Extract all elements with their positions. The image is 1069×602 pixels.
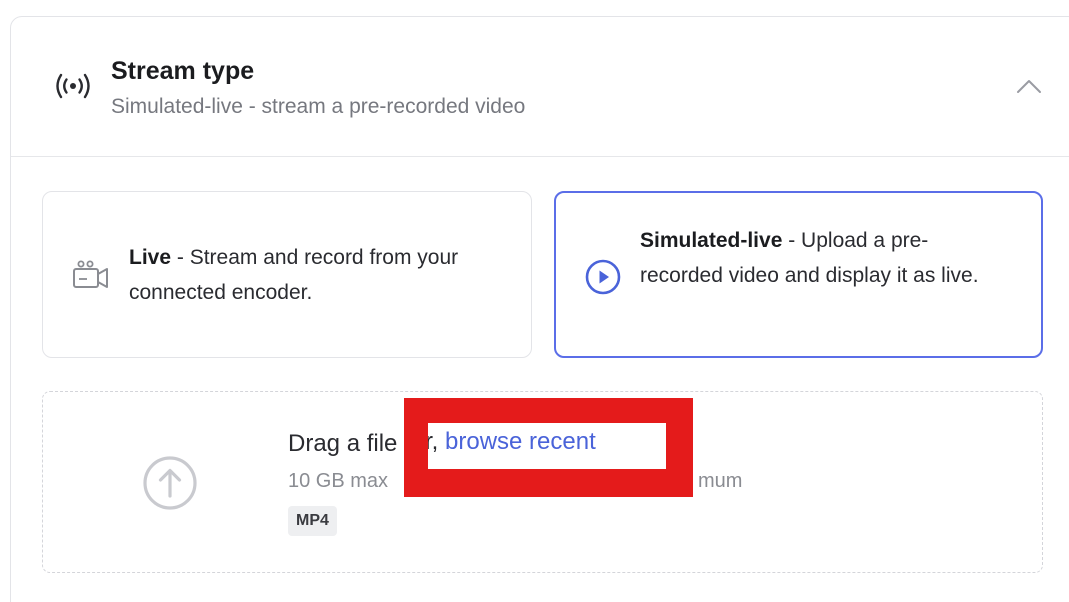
option-simulated-label: Simulated-live [640, 229, 783, 252]
highlighted-browse-link[interactable]: browse recent [445, 428, 596, 455]
option-simulated-live-card[interactable]: Simulated-live - Upload a pre-recorded v… [554, 191, 1043, 358]
stream-type-header[interactable]: Stream type Simulated-live - stream a pr… [11, 17, 1069, 157]
option-live-label: Live [129, 246, 172, 269]
option-live-card[interactable]: Live - Stream and record from your conne… [42, 191, 532, 358]
option-live-text: Live - Stream and record from your conne… [129, 240, 509, 310]
section-subtitle: Simulated-live - stream a pre-recorded v… [111, 95, 526, 118]
upload-limits: 10 GB max mum [288, 470, 742, 493]
redaction-highlight: r, browse recent [404, 398, 693, 497]
highlight-text: r, browse recent [428, 428, 596, 455]
section-title: Stream type [111, 57, 255, 85]
chevron-up-icon[interactable] [1014, 75, 1044, 97]
upload-limit-size: 10 GB max [288, 470, 389, 492]
format-badge: MP4 [288, 506, 337, 536]
play-circle-icon [585, 259, 621, 295]
option-live-description: - Stream and record from your connected … [129, 246, 459, 304]
upload-arrow-icon [143, 456, 197, 510]
option-simulated-text: Simulated-live - Upload a pre-recorded v… [640, 223, 1010, 293]
camera-icon [73, 260, 108, 288]
highlight-window: r, browse recent [428, 423, 666, 469]
upload-limit-tail: mum [698, 470, 743, 492]
page: Stream type Simulated-live - stream a pr… [0, 0, 1069, 602]
broadcast-icon [56, 73, 90, 99]
